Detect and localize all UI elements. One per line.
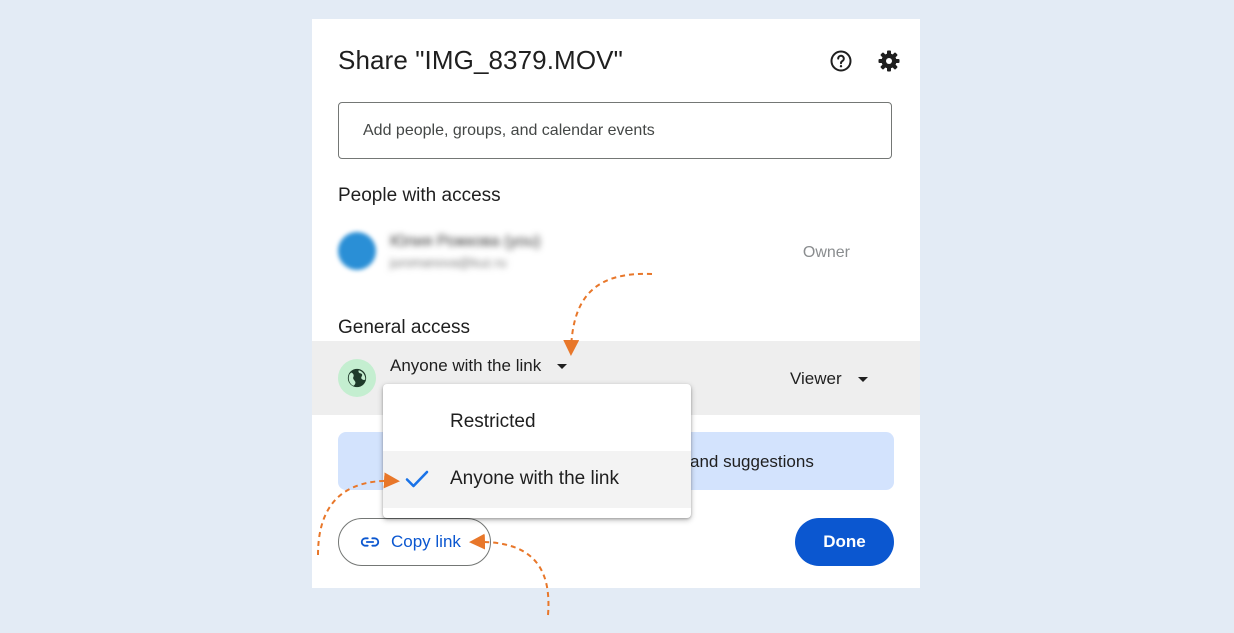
checkmark-icon (405, 468, 429, 495)
globe-icon (338, 359, 376, 397)
person-name: Юлия Рожкова (you) (390, 233, 541, 250)
general-access-heading: General access (338, 317, 471, 338)
chevron-down-icon (557, 363, 568, 369)
copy-link-button[interactable]: Copy link (338, 518, 491, 566)
menu-item-label: Restricted (450, 411, 536, 432)
link-role-value: Viewer (790, 369, 842, 388)
menu-item-restricted[interactable]: Restricted (383, 394, 691, 451)
people-with-access-heading: People with access (338, 185, 501, 206)
avatar (338, 232, 376, 270)
person-row-owner: Юлия Рожкова (you) juromanova@kuz.ru Own… (338, 232, 892, 272)
general-access-menu: Restricted Anyone with the link (383, 384, 691, 518)
link-icon (360, 537, 380, 547)
dialog-title: Share "IMG_8379.MOV" (338, 45, 623, 75)
menu-item-label: Anyone with the link (450, 468, 619, 489)
chevron-down-icon (857, 376, 868, 382)
menu-item-anyone-with-link[interactable]: Anyone with the link (383, 451, 691, 508)
done-button[interactable]: Done (795, 518, 894, 566)
info-banner-text: and suggestions (690, 452, 814, 471)
settings-gear-icon[interactable] (875, 47, 903, 75)
copy-link-label: Copy link (391, 532, 461, 551)
person-email: juromanova@kuz.ru (390, 255, 507, 270)
general-access-dropdown[interactable]: Anyone with the link (390, 356, 568, 376)
owner-role-label: Owner (802, 244, 850, 261)
general-access-value: Anyone with the link (390, 356, 542, 375)
help-icon[interactable] (827, 47, 855, 75)
link-role-dropdown[interactable]: Viewer (790, 369, 868, 389)
add-people-input[interactable] (338, 102, 892, 159)
